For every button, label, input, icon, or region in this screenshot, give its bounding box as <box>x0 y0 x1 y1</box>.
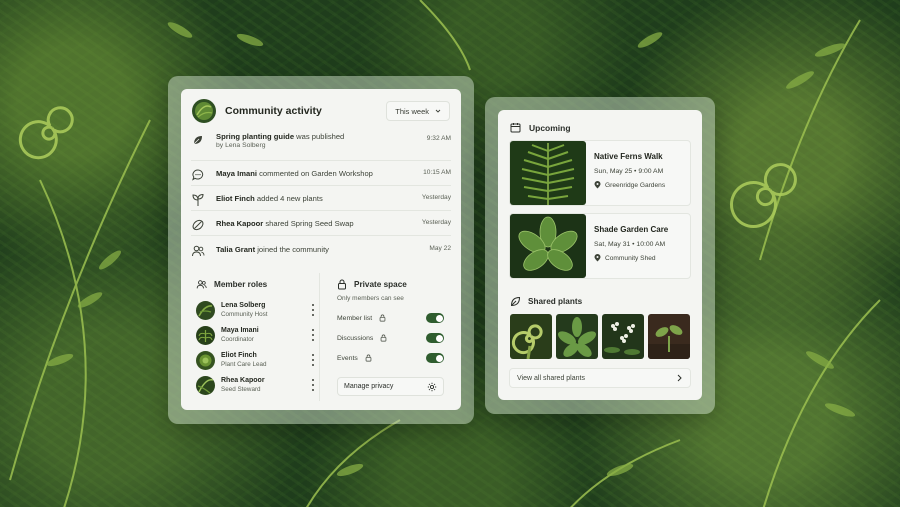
member-row[interactable]: Maya Imani Coordinator <box>196 324 317 346</box>
more-options-icon[interactable] <box>309 329 317 341</box>
activity-action: joined the community <box>255 245 329 254</box>
calendar-icon <box>510 123 521 133</box>
more-options-icon[interactable] <box>309 354 317 366</box>
event-date: Sat, May 31 • 10:00 AM <box>594 241 666 248</box>
member-name: Maya Imani <box>221 326 259 334</box>
leaf-icon <box>510 296 521 307</box>
member-role: Community Host <box>221 311 268 318</box>
avatar <box>196 300 215 320</box>
community-header: Community activity This week <box>192 98 450 124</box>
users-icon <box>192 245 205 257</box>
community-panel: Community activity This week Spring plan… <box>181 89 461 410</box>
upcoming-title: Upcoming <box>510 122 571 133</box>
activity-time: Yesterday <box>421 219 451 226</box>
event-card[interactable]: Native Ferns Walk Sun, May 25 • 9:00 AM … <box>509 140 691 206</box>
member-roles-title: Member roles <box>196 279 267 290</box>
location-pin-icon <box>594 254 601 262</box>
list-item[interactable]: Talia Grant joined the community May 22 <box>191 236 451 263</box>
events-toggle[interactable] <box>426 353 444 363</box>
activity-actor: Maya Imani <box>216 169 257 178</box>
manage-privacy-button[interactable]: Manage privacy <box>337 377 444 396</box>
seed-icon <box>192 219 204 231</box>
member-row[interactable]: Rhea Kapoor Seed Steward <box>196 374 317 396</box>
private-space-section: Private space Only members can see Membe… <box>329 273 453 401</box>
activity-actor: Talia Grant <box>216 245 256 254</box>
member-roles-section: Member roles Lena Solberg Community Host … <box>189 273 320 401</box>
fiddlehead-thumbnail[interactable] <box>510 314 552 359</box>
community-avatar <box>192 99 216 123</box>
list-item[interactable]: Eliot Finch added 4 new plants Yesterday <box>191 186 451 211</box>
white-flowers-thumbnail[interactable] <box>602 314 644 359</box>
member-role: Seed Steward <box>221 386 261 393</box>
users-icon <box>196 280 207 289</box>
member-list-toggle[interactable] <box>426 313 444 323</box>
more-options-icon[interactable] <box>309 304 317 316</box>
setting-events: Events <box>337 351 444 365</box>
list-item[interactable]: Maya Imani commented on Garden Workshop … <box>191 161 451 186</box>
private-space-subtitle: Only members can see <box>337 295 404 302</box>
avatar <box>196 325 215 345</box>
chevron-right-icon <box>677 374 682 382</box>
lock-icon <box>380 334 387 342</box>
gear-icon <box>427 382 437 391</box>
activity-time: 9:32 AM <box>426 135 451 142</box>
leaf-icon <box>193 136 202 145</box>
list-item[interactable]: Spring planting guide was published by L… <box>191 131 451 161</box>
shared-plants-grid <box>510 314 690 359</box>
avatar <box>196 375 215 395</box>
more-options-icon[interactable] <box>309 379 317 391</box>
discussions-toggle[interactable] <box>426 333 444 343</box>
shared-plants-title: Shared plants <box>510 296 582 307</box>
hosta-thumbnail[interactable] <box>556 314 598 359</box>
comment-icon <box>192 169 204 181</box>
event-date: Sun, May 25 • 9:00 AM <box>594 168 664 175</box>
period-label: This week <box>395 106 429 116</box>
activity-time: 10:15 AM <box>423 169 451 176</box>
hosta-image <box>510 214 586 278</box>
activity-actor: Eliot Finch <box>216 194 255 203</box>
chevron-down-icon <box>435 109 441 113</box>
list-item[interactable]: Rhea Kapoor shared Spring Seed Swap Yest… <box>191 211 451 236</box>
lock-icon <box>365 354 372 362</box>
page-title: Community activity <box>225 105 322 117</box>
activity-time: Yesterday <box>421 194 451 201</box>
location-pin-icon <box>594 181 601 189</box>
seedling-thumbnail[interactable] <box>648 314 690 359</box>
fern-image <box>510 141 586 205</box>
member-name: Lena Solberg <box>221 301 266 309</box>
private-space-title: Private space <box>337 279 407 290</box>
setting-member-list: Member list <box>337 311 444 325</box>
event-card[interactable]: Shade Garden Care Sat, May 31 • 10:00 AM… <box>509 213 691 279</box>
activity-actor: Rhea Kapoor <box>216 219 264 228</box>
activity-action: shared Spring Seed Swap <box>263 219 354 228</box>
member-row[interactable]: Eliot Finch Plant Care Lead <box>196 349 317 371</box>
activity-action: commented on Garden Workshop <box>256 169 373 178</box>
activity-list: Spring planting guide was published by L… <box>191 131 451 263</box>
avatar <box>196 350 215 370</box>
lock-icon <box>379 314 386 322</box>
activity-action: was published <box>294 132 345 141</box>
view-all-shared-plants-button[interactable]: View all shared plants <box>509 368 691 388</box>
activity-action: added 4 new plants <box>254 194 323 203</box>
upcoming-panel: Upcoming Native Ferns Walk Sun, May 25 •… <box>498 110 702 400</box>
member-role: Coordinator <box>221 336 254 343</box>
period-dropdown[interactable]: This week <box>386 101 450 121</box>
sprout-icon <box>192 193 204 206</box>
activity-time: May 22 <box>429 245 451 252</box>
activity-actor: Spring planting guide <box>216 132 295 141</box>
event-name: Shade Garden Care <box>594 225 669 234</box>
member-role: Plant Care Lead <box>221 361 267 368</box>
event-name: Native Ferns Walk <box>594 152 663 161</box>
lock-icon <box>338 279 346 290</box>
activity-sub: by Lena Solberg <box>216 142 266 149</box>
member-name: Eliot Finch <box>221 351 257 359</box>
member-name: Rhea Kapoor <box>221 376 265 384</box>
event-location: Community Shed <box>605 254 656 262</box>
member-row[interactable]: Lena Solberg Community Host <box>196 299 317 321</box>
setting-discussions: Discussions <box>337 331 444 345</box>
event-location: Greenridge Gardens <box>605 181 666 189</box>
